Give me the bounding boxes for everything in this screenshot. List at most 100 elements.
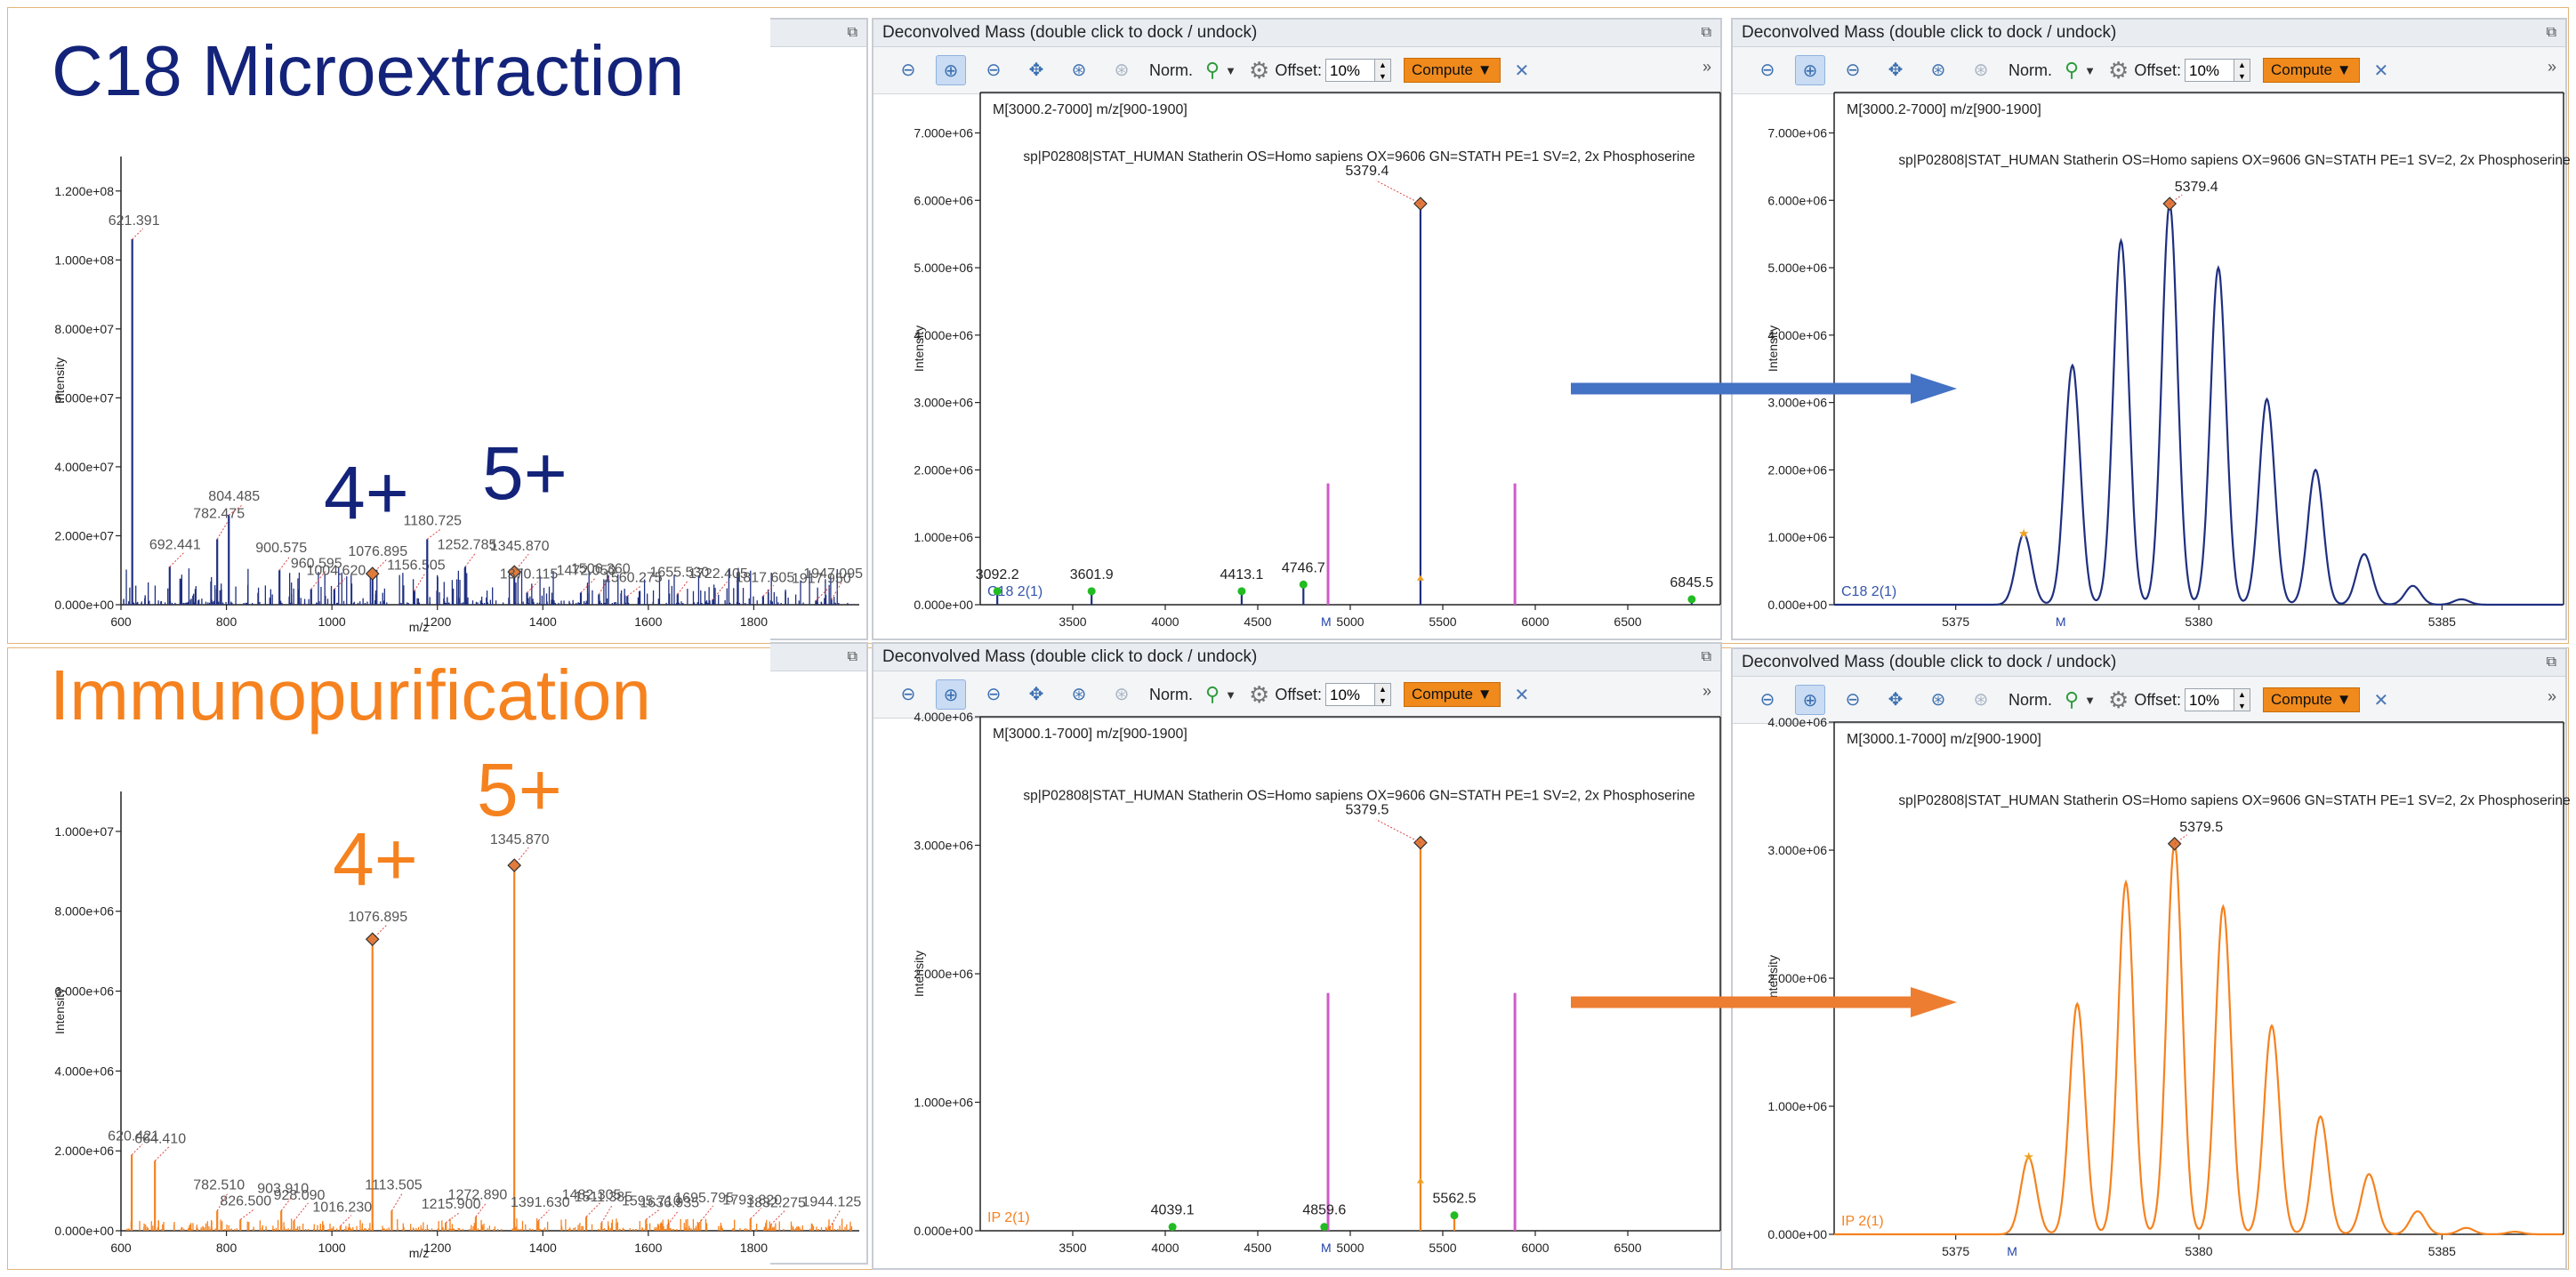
zoom-next-icon[interactable]: ⊛ (1966, 55, 1996, 85)
zoom-prev-icon[interactable]: ⊛ (1923, 55, 1953, 85)
x-tick-label: 4500 (1244, 1241, 1271, 1255)
peak-dot (1450, 1211, 1459, 1220)
x-tick-label: 6500 (1614, 614, 1641, 629)
toolbar: ⊖ ⊕ ⊖ ✥ ⊛ ⊛ Norm. ⚲ ▼ ⚙ Offset: 10% ▲ ▼ Compute ▼ ✕ » (1733, 677, 2565, 724)
compute-button[interactable]: Compute ▼ (1404, 682, 1501, 707)
chevron-down-icon[interactable]: ▼ (2084, 64, 2096, 77)
overflow-menu-icon[interactable]: » (2548, 58, 2556, 76)
chevron-down-icon[interactable]: ▼ (1225, 64, 1236, 77)
zoom-prev-icon[interactable]: ⊛ (1064, 679, 1094, 710)
x-tick-label: 5000 (1336, 614, 1364, 629)
gear-icon[interactable]: ⚙ (2108, 57, 2129, 84)
x-tick-label: 5375 (1942, 1244, 1969, 1258)
peak-dot (1087, 587, 1096, 596)
pin-icon[interactable]: ✕ (1515, 684, 1530, 706)
pan-icon[interactable]: ✥ (1880, 55, 1911, 85)
peak-dot (1237, 587, 1246, 596)
chevron-down-icon[interactable]: ▼ (1225, 688, 1236, 702)
magnifier-icon[interactable]: ⚲ (1205, 59, 1220, 82)
restore-icon[interactable]: ⧉ (2547, 20, 2556, 46)
norm-button[interactable]: Norm. (2008, 691, 2052, 710)
x-tick-label: 5500 (1429, 614, 1456, 629)
zoom-minus-icon[interactable]: ⊖ (1838, 685, 1868, 715)
zoom-minus-icon[interactable]: ⊖ (978, 55, 1009, 85)
panel-title: Deconvolved Mass (double click to dock /… (882, 647, 1258, 666)
pin-icon[interactable]: ✕ (2374, 689, 2389, 711)
pin-icon[interactable]: ✕ (1515, 60, 1530, 82)
peak-label: 4859.6 (1302, 1203, 1346, 1218)
x-tick-label: 1800 (740, 1241, 768, 1255)
zoom-out-icon[interactable]: ⊖ (1752, 685, 1783, 715)
series-legend: C18 2(1) (1841, 584, 1896, 599)
pan-icon[interactable]: ✥ (1021, 55, 1051, 85)
overflow-menu-icon[interactable]: » (1703, 682, 1711, 701)
zoom-region-icon[interactable]: ⊕ (936, 679, 966, 710)
peak-label: 1180.725 (404, 513, 463, 528)
zoom-minus-icon[interactable]: ⊖ (1838, 55, 1868, 85)
zoom-out-icon[interactable]: ⊖ (893, 55, 923, 85)
zoom-minus-icon[interactable]: ⊖ (978, 679, 1009, 710)
magnifier-icon[interactable]: ⚲ (1205, 683, 1220, 706)
offset-stepper[interactable]: ▲ ▼ (1375, 683, 1392, 706)
offset-input[interactable]: 10% (2185, 59, 2235, 82)
peak-dot (993, 587, 1002, 596)
panel-title-bar[interactable]: Deconvolved Mass (double click to dock /… (873, 644, 1720, 671)
pan-icon[interactable]: ✥ (1880, 685, 1911, 715)
panel-title-bar[interactable]: Deconvolved Mass (double click to dock /… (1733, 20, 2565, 47)
gear-icon[interactable]: ⚙ (1249, 57, 1269, 84)
mass-marker-label: M (1321, 1241, 1332, 1255)
chevron-down-icon[interactable]: ▼ (2084, 694, 2096, 707)
zoom-region-icon[interactable]: ⊕ (936, 55, 966, 85)
peak-leader (216, 521, 229, 540)
restore-icon[interactable]: ⧉ (2547, 649, 2556, 676)
gear-icon[interactable]: ⚙ (2108, 687, 2129, 714)
panel-title-bar[interactable]: Deconvolved Mass (double click to dock /… (873, 20, 1720, 47)
zoom-prev-icon[interactable]: ⊛ (1064, 55, 1094, 85)
zoom-next-icon[interactable]: ⊛ (1107, 679, 1137, 710)
gear-icon[interactable]: ⚙ (1249, 681, 1269, 709)
peak-label: 6845.5 (1670, 575, 1713, 590)
norm-button[interactable]: Norm. (1149, 61, 1193, 80)
restore-icon[interactable]: ⧉ (848, 644, 857, 671)
norm-button[interactable]: Norm. (2008, 61, 2052, 80)
peak-label: 1832.275 (746, 1195, 806, 1210)
compute-button[interactable]: Compute ▼ (1404, 58, 1501, 83)
restore-icon[interactable]: ⧉ (848, 20, 857, 46)
zoom-next-icon[interactable]: ⊛ (1107, 55, 1137, 85)
restore-icon[interactable]: ⧉ (1702, 20, 1711, 46)
zoom-prev-icon[interactable]: ⊛ (1923, 685, 1953, 715)
spectrum-header: M[3000.1-7000] m/z[900-1900] (993, 727, 1187, 742)
peak-leader (334, 578, 346, 590)
peak-leader (770, 1209, 785, 1225)
pin-icon[interactable]: ✕ (2374, 60, 2389, 82)
peak-label: 1944.125 (802, 1194, 862, 1209)
x-tick-label: 1600 (634, 1241, 662, 1255)
compute-button[interactable]: Compute ▼ (2263, 58, 2360, 83)
pan-icon[interactable]: ✥ (1021, 679, 1051, 710)
zoom-region-icon[interactable]: ⊕ (1795, 685, 1825, 715)
offset-stepper[interactable]: ▲ ▼ (2234, 59, 2251, 82)
offset-input[interactable]: 10% (1325, 683, 1376, 706)
zoom-out-icon[interactable]: ⊖ (893, 679, 923, 710)
y-tick-label: 1.000e+06 (914, 530, 973, 544)
panel-title-bar[interactable]: Deconvolved Mass (double click to dock /… (1733, 649, 2565, 677)
y-tick-label: 2.000e+07 (54, 528, 114, 542)
offset-input[interactable]: 10% (1325, 59, 1376, 82)
restore-icon[interactable]: ⧉ (1702, 644, 1711, 671)
zoom-out-icon[interactable]: ⊖ (1752, 55, 1783, 85)
magnifier-icon[interactable]: ⚲ (2065, 688, 2079, 711)
peak-label: 5379.4 (2175, 180, 2218, 195)
offset-input[interactable]: 10% (2185, 688, 2235, 711)
norm-button[interactable]: Norm. (1149, 686, 1193, 704)
peak-leader (132, 228, 144, 240)
overflow-menu-icon[interactable]: » (1703, 58, 1711, 76)
offset-stepper[interactable]: ▲ ▼ (2234, 688, 2251, 711)
offset-stepper[interactable]: ▲ ▼ (1375, 59, 1392, 82)
mass-marker-label: M (1321, 614, 1332, 629)
overflow-menu-icon[interactable]: » (2548, 687, 2556, 706)
compute-button[interactable]: Compute ▼ (2263, 687, 2360, 712)
zoom-next-icon[interactable]: ⊛ (1966, 685, 1996, 715)
magnifier-icon[interactable]: ⚲ (2065, 59, 2079, 82)
zoom-region-icon[interactable]: ⊕ (1795, 55, 1825, 85)
series-legend: IP 2(1) (987, 1210, 1030, 1225)
